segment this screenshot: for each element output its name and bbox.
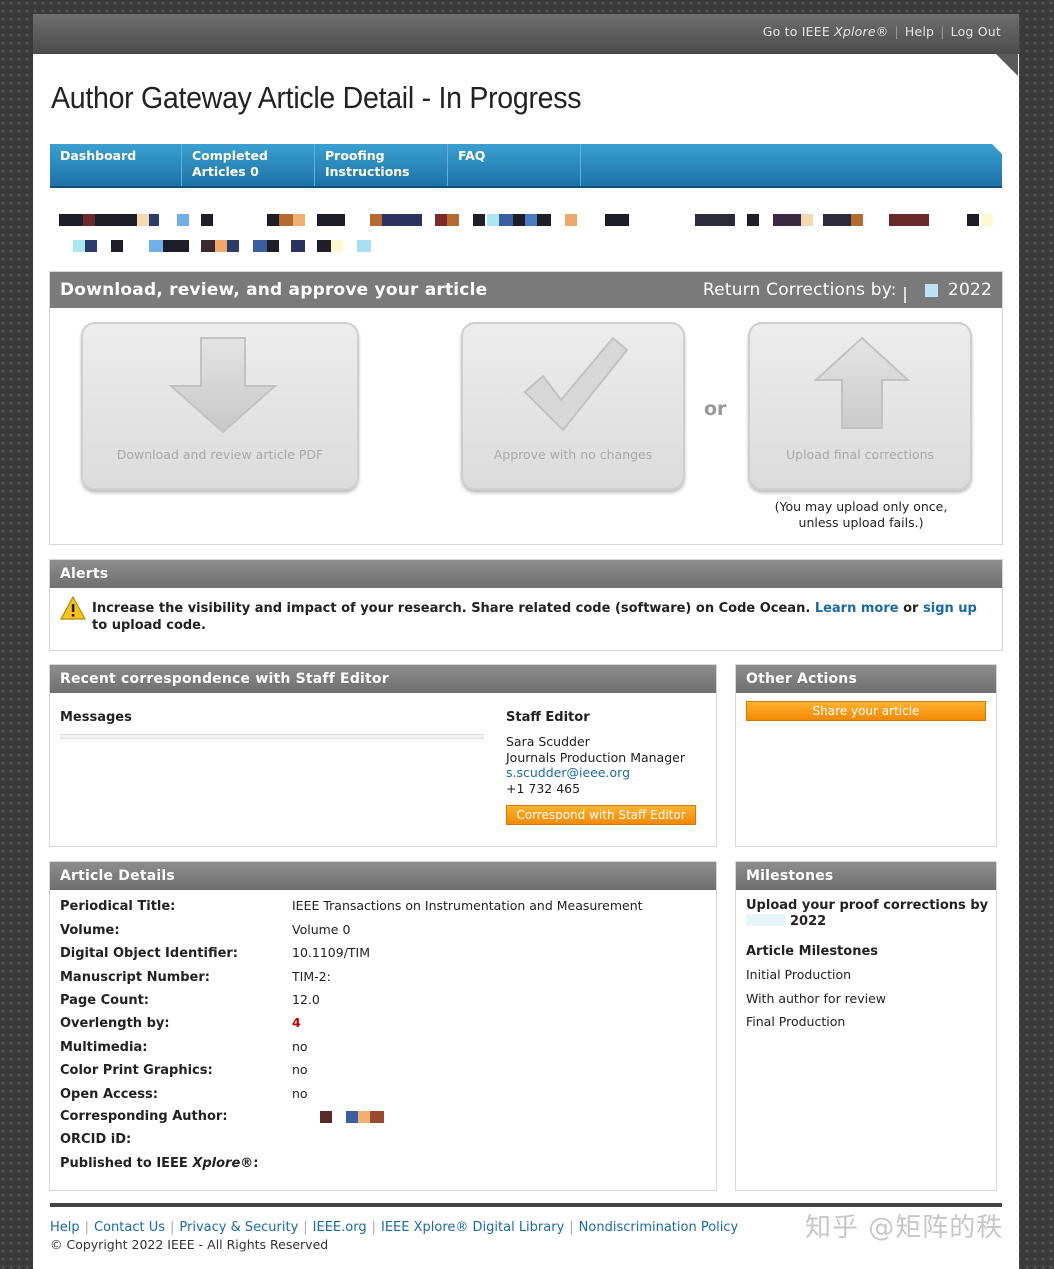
nav-faq[interactable]: FAQ xyxy=(448,144,581,186)
footer-ieee-link[interactable]: IEEE.org xyxy=(313,1220,367,1235)
staff-editor-email[interactable]: s.scudder@ieee.org xyxy=(506,765,685,781)
milestones-header: Milestones xyxy=(736,862,996,890)
footer-xplore-library-link[interactable]: IEEE Xplore® Digital Library xyxy=(381,1220,564,1235)
detail-manuscript-number: Manuscript Number: TIM-2: xyxy=(60,969,331,985)
sign-up-link[interactable]: sign up xyxy=(923,601,977,616)
alerts-header: Alerts xyxy=(50,560,1002,588)
main-nav: Dashboard Completed Articles 0 Proofing In… xyxy=(50,144,1002,188)
redacted-article-title xyxy=(59,214,999,254)
upload-corrections-button[interactable]: Upload final corrections xyxy=(748,322,972,490)
staff-editor-label: Staff Editor xyxy=(506,710,590,725)
logout-link[interactable]: Log Out xyxy=(951,24,1001,39)
footer-help-link[interactable]: Help xyxy=(50,1220,80,1235)
proof-deadline: Upload your proof corrections by 2022 xyxy=(746,898,989,929)
article-milestones-heading: Article Milestones xyxy=(746,944,879,959)
milestone-initial-production: Initial Production xyxy=(746,967,852,982)
approve-no-changes-button[interactable]: Approve with no changes xyxy=(461,322,685,490)
download-panel-header: Download, review, and approve your artic… xyxy=(50,272,1002,308)
correspondence-header: Recent correspondence with Staff Editor xyxy=(50,665,716,693)
return-corrections-by: Return Corrections by: 2022 xyxy=(703,272,992,308)
other-actions-header: Other Actions xyxy=(736,665,996,693)
page-title: Author Gateway Article Detail - In Progr… xyxy=(51,80,582,115)
learn-more-link[interactable]: Learn more xyxy=(815,601,899,616)
detail-overlength: Overlength by: 4 xyxy=(60,1015,301,1031)
upload-note: (You may upload only once, unless upload… xyxy=(774,499,948,530)
detail-doi: Digital Object Identifier: 10.1109/TIM xyxy=(60,945,371,961)
staff-editor-role: Journals Production Manager xyxy=(506,749,685,765)
watermark: 知乎 @矩阵的秩 xyxy=(805,1213,1004,1243)
warning-icon xyxy=(60,596,86,620)
upload-arrow-icon xyxy=(813,336,911,429)
footer-nondiscrimination-link[interactable]: Nondiscrimination Policy xyxy=(579,1220,739,1235)
nav-proofing-instructions[interactable]: Proofing Instructions xyxy=(315,144,448,186)
staff-editor-name: Sara Scudder xyxy=(506,734,590,749)
download-arrow-icon xyxy=(168,337,278,434)
staff-editor-contact: Sara Scudder Journals Production Manager… xyxy=(506,734,685,796)
other-actions-panel: Other Actions Share your article xyxy=(735,664,997,847)
share-article-button[interactable]: Share your article xyxy=(746,701,986,721)
milestones-panel: Milestones Upload your proof corrections… xyxy=(735,861,997,1191)
alert-message: Increase the visibility and impact of yo… xyxy=(92,601,977,633)
correspondence-panel: Recent correspondence with Staff Editor … xyxy=(49,664,717,847)
footer-contact-link[interactable]: Contact Us xyxy=(94,1220,165,1235)
detail-corresponding-author: Corresponding Author: xyxy=(60,1109,384,1124)
copyright: © Copyright 2022 IEEE - All Rights Reser… xyxy=(50,1237,329,1252)
or-separator: or xyxy=(704,398,727,420)
page-content: Author Gateway Article Detail - In Progr… xyxy=(33,54,1019,1269)
redacted-deadline-date xyxy=(746,914,786,926)
corner-fold xyxy=(996,54,1018,76)
download-pdf-button[interactable]: Download and review article PDF xyxy=(81,322,359,490)
footer-links: Help | Contact Us | Privacy & Security | IEEE.… xyxy=(50,1220,739,1235)
messages-list[interactable] xyxy=(60,734,484,739)
alerts-panel: Alerts Increase the visibility and impac… xyxy=(49,559,1003,651)
milestone-final-production: Final Production xyxy=(746,1014,846,1029)
download-review-panel: Download, review, and approve your artic… xyxy=(49,271,1003,545)
messages-label: Messages xyxy=(60,710,132,725)
detail-open-access: Open Access: no xyxy=(60,1086,308,1102)
detail-multimedia: Multimedia: no xyxy=(60,1039,308,1055)
go-to-xplore-link[interactable]: Go to IEEE Xplore® xyxy=(763,24,889,39)
footer-privacy-link[interactable]: Privacy & Security xyxy=(179,1220,298,1235)
nav-dashboard[interactable]: Dashboard xyxy=(50,144,182,186)
top-bar: Go to IEEE Xplore® | Help | Log Out xyxy=(33,14,1019,54)
top-links: Go to IEEE Xplore® | Help | Log Out xyxy=(762,24,1001,39)
detail-volume: Volume: Volume 0 xyxy=(60,922,351,938)
detail-color-print: Color Print Graphics: no xyxy=(60,1062,308,1078)
detail-page-count: Page Count: 12.0 xyxy=(60,992,320,1008)
milestone-with-author: With author for review xyxy=(746,991,887,1006)
redacted-author-block xyxy=(320,1111,332,1123)
article-details-header: Article Details xyxy=(50,862,716,890)
detail-published-xplore: Published to IEEE Xplore®: xyxy=(60,1156,259,1171)
detail-orcid: ORCID iD: xyxy=(60,1132,132,1147)
detail-periodical-title: Periodical Title: IEEE Transactions on In… xyxy=(60,898,643,914)
staff-editor-phone: +1 732 465 xyxy=(506,780,581,796)
article-details-panel: Article Details Periodical Title: IEEE Tr… xyxy=(49,861,717,1191)
nav-completed-articles[interactable]: Completed Articles 0 xyxy=(182,144,315,186)
checkmark-icon xyxy=(523,336,629,432)
correspond-staff-editor-button[interactable]: Correspond with Staff Editor xyxy=(506,805,696,825)
help-link[interactable]: Help xyxy=(905,24,934,39)
